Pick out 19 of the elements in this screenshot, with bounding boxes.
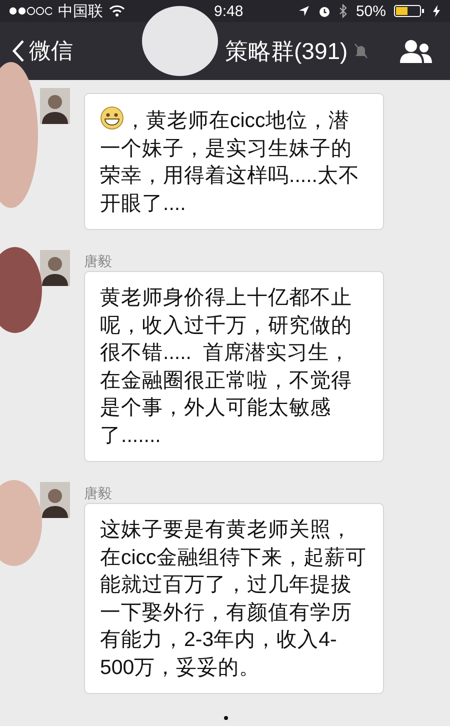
back-link[interactable]: 微信 — [12, 36, 73, 66]
back-chevron-icon — [12, 40, 25, 62]
message-bubble[interactable]: 这妹子要是有黄老师关照，在cicc金融组待下来，起薪可能就过百万了，过几年提拔一下娶外行，有颜值有学历有能力，2-3年内，收入4-500万，妥妥的。 — [84, 503, 384, 694]
wifi-icon — [109, 5, 125, 17]
location-arrow-icon — [298, 5, 310, 17]
sender-name: 唐毅 — [84, 484, 113, 502]
alarm-clock-icon — [318, 4, 331, 18]
page-dot — [224, 716, 228, 720]
chat-title: 策略群(391) — [225, 36, 348, 66]
group-members-icon[interactable] — [400, 39, 432, 63]
message-bubble[interactable]: ，黄老师在cicc地位，潜一个妹子，是实习生妹子的荣幸，用得着这样吗.....太不开眼了.... — [84, 93, 384, 230]
bluetooth-icon — [338, 4, 348, 18]
sender-name: 唐毅 — [84, 252, 113, 270]
message-bubble[interactable]: 黄老师身价得上十亿都不止呢，收入过千万，研究做的很不错..... 首席潜实习生，在金融圈很正常啦，不觉得是个事，外人可能太敏感了....... — [84, 271, 384, 462]
battery-percent: 50% — [356, 2, 386, 20]
clock-time: 9:48 — [213, 2, 244, 20]
signal-icon — [8, 5, 52, 17]
carrier-name: 中国联 — [58, 2, 103, 20]
battery-icon — [394, 5, 425, 17]
